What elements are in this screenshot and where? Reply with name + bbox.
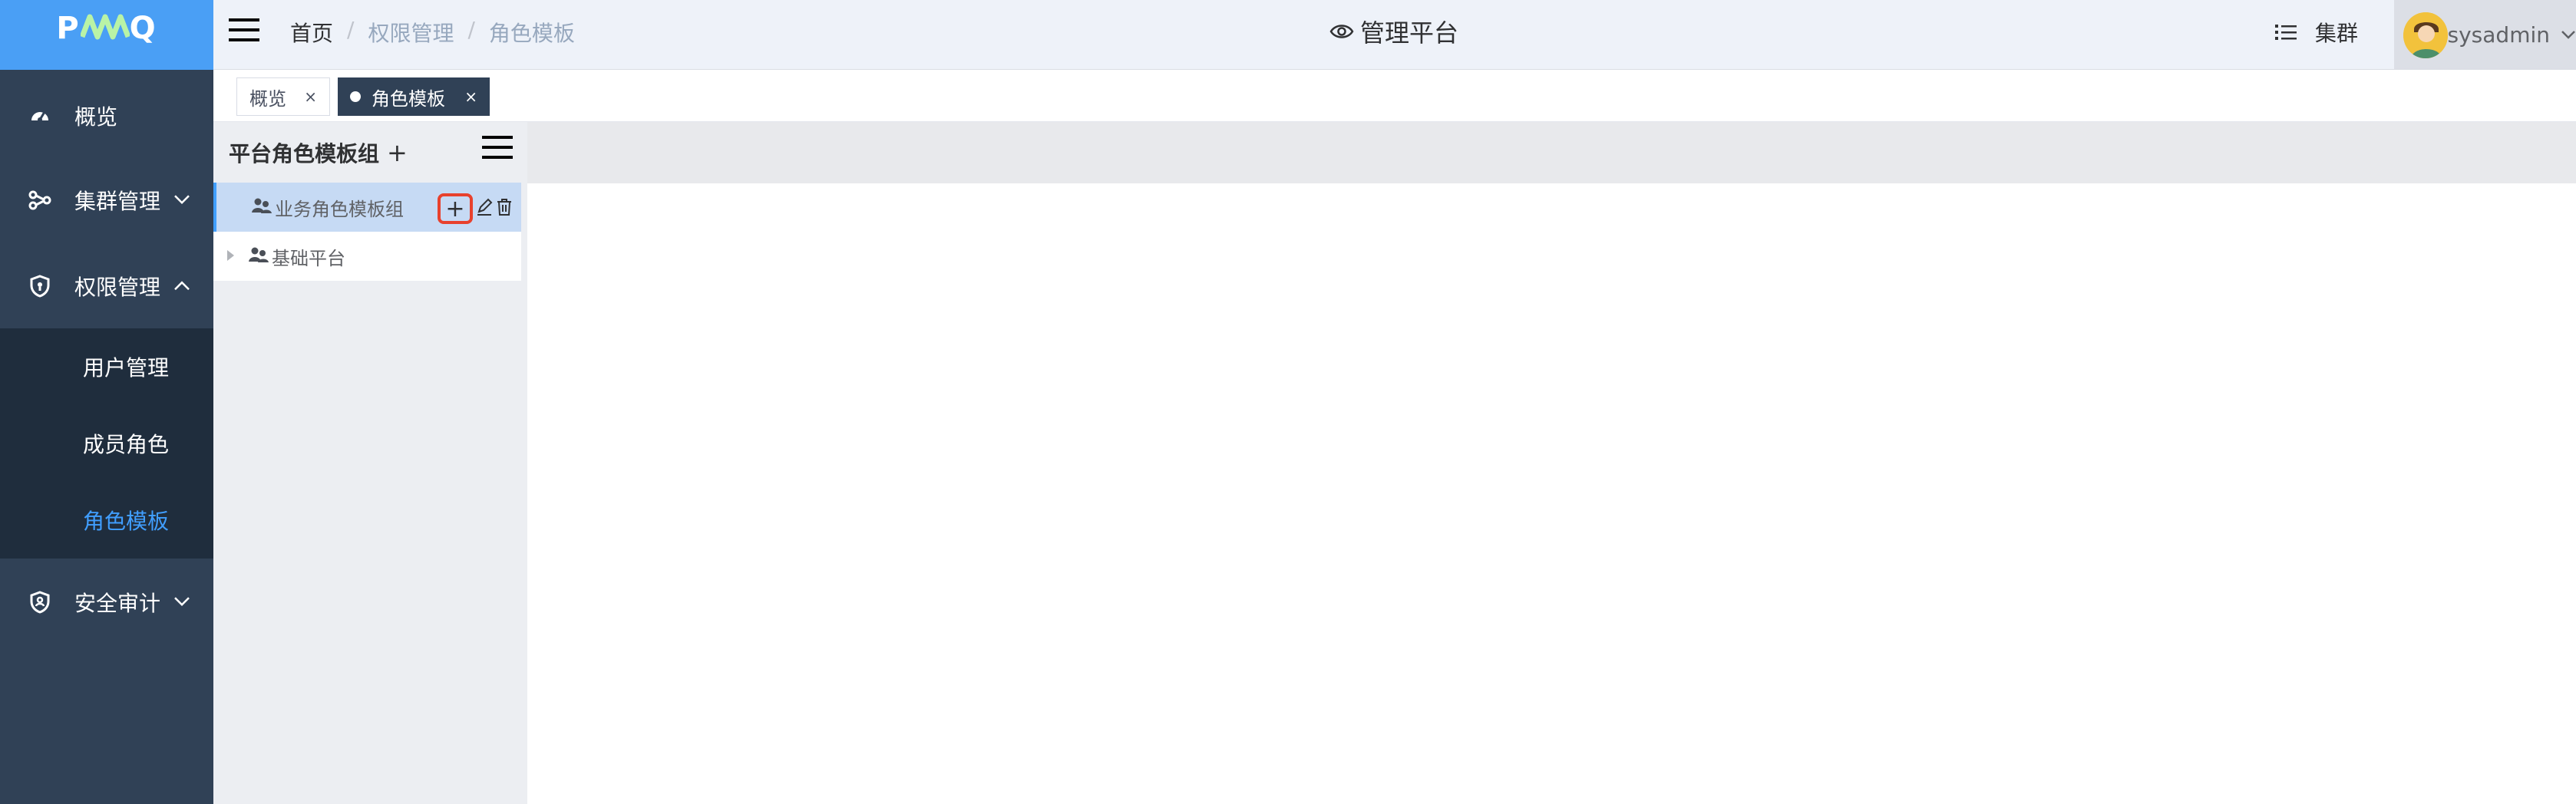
eye-icon (1329, 25, 1354, 38)
edit-icon[interactable] (476, 198, 493, 219)
add-group-button[interactable]: + (387, 138, 408, 167)
role-template-tree-panel: 平台角色模板组 + 业务角色模板组 + 基础平台 (213, 122, 527, 804)
tree-node-label: 基础平台 (272, 247, 345, 269)
sidebar-item-permission-management[interactable]: 权限管理 (0, 244, 213, 328)
sidebar-item-cluster-management[interactable]: 集群管理 (0, 158, 213, 242)
plus-icon: + (445, 195, 465, 222)
sidebar-subitem-label: 用户管理 (83, 355, 170, 381)
logo-text-right: Q (129, 11, 157, 46)
permission-submenu: 用户管理 成员角色 角色模板 (0, 328, 213, 559)
logo[interactable]: P Q (0, 0, 213, 70)
tree-node-label: 业务角色模板组 (275, 198, 404, 220)
cluster-icon (28, 188, 52, 213)
main-content-area (527, 183, 2576, 804)
user-group-icon (252, 197, 272, 217)
sidebar-item-overview[interactable]: 概览 (0, 74, 213, 158)
dashboard-icon (28, 104, 52, 128)
shield-icon (28, 274, 52, 298)
audit-icon (28, 590, 52, 615)
active-dot-icon (350, 91, 361, 102)
tree-node-actions: + (438, 193, 513, 224)
sidebar-item-security-audit[interactable]: 安全审计 (0, 560, 213, 644)
tag-overview[interactable]: 概览 × (236, 77, 330, 116)
chevron-up-icon (173, 271, 190, 296)
tag-role-templates[interactable]: 角色模板 × (338, 77, 490, 116)
tag-label: 概览 (249, 87, 286, 110)
tag-label: 角色模板 (372, 87, 445, 110)
delete-icon[interactable] (496, 198, 513, 219)
add-template-button[interactable]: + (438, 193, 473, 224)
breadcrumb-separator: / (347, 17, 355, 42)
logo-mark-icon (79, 14, 130, 40)
content-toolbar (527, 122, 2576, 183)
avatar (2403, 12, 2448, 58)
platform-title-text: 管理平台 (1360, 18, 1459, 48)
chevron-down-icon (173, 587, 190, 612)
chevron-down-icon (173, 185, 190, 210)
sidebar: P Q 概览 集群管理 权限管理 用户管理 成员角色 角色模板 安全审计 (0, 0, 213, 804)
logo-text-mid (79, 11, 130, 49)
platform-title: 管理平台 (1329, 14, 1458, 49)
sidebar-item-label: 权限管理 (74, 275, 161, 300)
sidebar-item-label: 安全审计 (74, 591, 161, 616)
breadcrumb-separator: / (467, 17, 475, 42)
sidebar-subitem-label: 成员角色 (83, 432, 170, 457)
username: sysadmin (2447, 22, 2550, 48)
sidebar-subitem-member-roles[interactable]: 成员角色 (0, 405, 213, 482)
breadcrumb: 首页 / 权限管理 / 角色模板 (290, 17, 575, 48)
tree-node-business-group[interactable]: 业务角色模板组 + (213, 183, 521, 232)
sidebar-subitem-role-templates[interactable]: 角色模板 (0, 482, 213, 559)
sidebar-item-label: 集群管理 (74, 189, 161, 214)
cluster-switch-button[interactable]: 集群 (2275, 17, 2358, 48)
caret-down-icon (2561, 28, 2576, 42)
sidebar-subitem-user-management[interactable]: 用户管理 (0, 328, 213, 405)
expand-arrow-icon[interactable] (227, 250, 234, 261)
tree-header: 平台角色模板组 + (213, 122, 521, 183)
sidebar-item-label: 概览 (74, 104, 118, 130)
top-navbar: 首页 / 权限管理 / 角色模板 管理平台 集群 sysadmin (213, 0, 2576, 70)
tree-title: 平台角色模板组 (229, 140, 380, 166)
user-group-icon (249, 246, 269, 266)
tag-close-icon[interactable]: × (464, 87, 477, 106)
sidebar-subitem-label: 角色模板 (83, 509, 170, 534)
list-icon (2275, 25, 2297, 40)
sidebar-toggle-icon[interactable] (229, 17, 259, 43)
user-menu[interactable]: sysadmin (2394, 0, 2576, 70)
tag-close-icon[interactable]: × (304, 87, 317, 106)
logo-text-left: P (56, 11, 81, 46)
breadcrumb-item-current: 角色模板 (488, 21, 575, 46)
tree-menu-icon[interactable] (481, 133, 514, 162)
breadcrumb-item-permissions[interactable]: 权限管理 (368, 17, 454, 48)
tree-node-base-platform[interactable]: 基础平台 (213, 232, 521, 281)
cluster-label: 集群 (2315, 21, 2359, 46)
tags-view: 概览 × 角色模板 × (213, 70, 2576, 122)
breadcrumb-item-home[interactable]: 首页 (290, 17, 333, 48)
